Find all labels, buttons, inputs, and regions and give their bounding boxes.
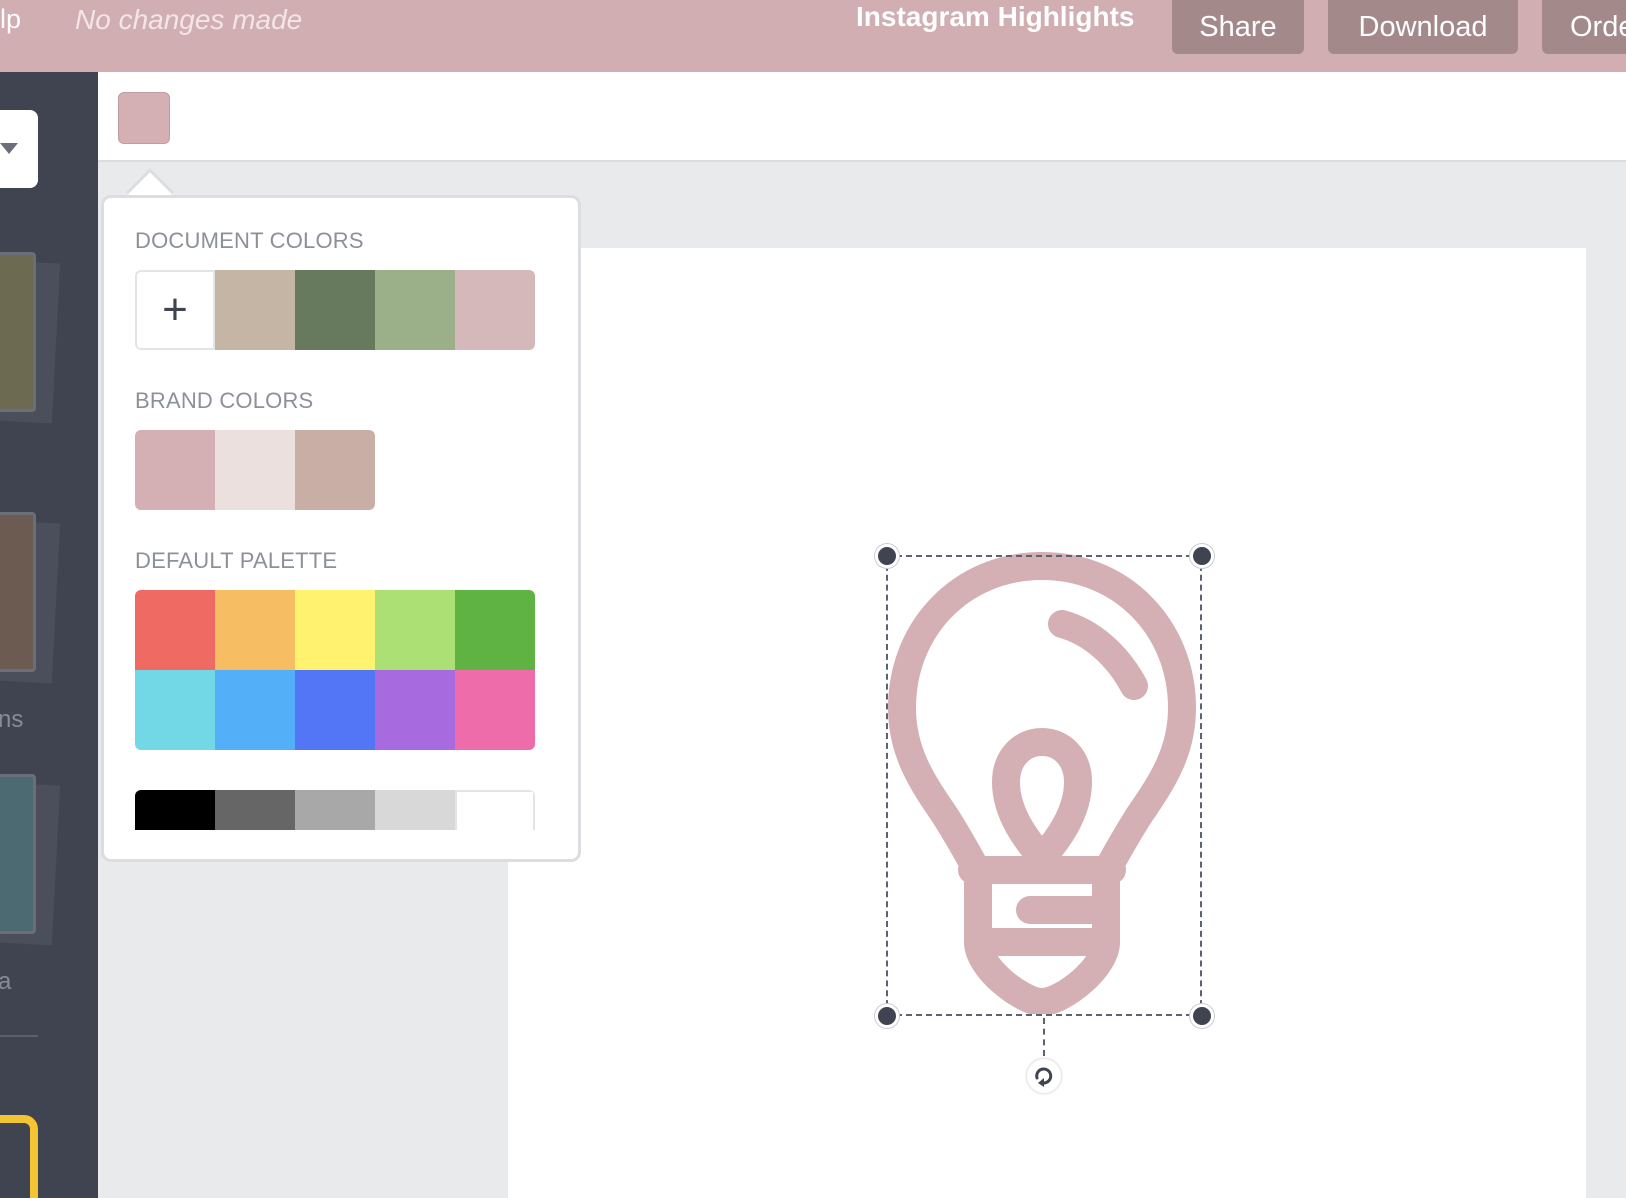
editor-toolbar: [98, 72, 1626, 162]
default-palette-grid: [135, 590, 535, 750]
order-button[interactable]: Orde: [1542, 0, 1626, 54]
document-colors-heading: DOCUMENT COLORS: [135, 228, 364, 253]
gray-color-swatch[interactable]: [455, 790, 535, 830]
document-title[interactable]: Instagram Highlights: [856, 1, 1134, 33]
sidebar-divider: [0, 1035, 38, 1037]
top-bar: lp No changes made Instagram Highlights …: [0, 0, 1626, 72]
default-palette-heading: DEFAULT PALETTE: [135, 548, 338, 573]
template-thumbnail[interactable]: [0, 252, 36, 412]
palette-color-swatch[interactable]: [295, 670, 375, 750]
rotate-handle[interactable]: [1027, 1059, 1061, 1093]
palette-color-swatch[interactable]: [455, 590, 535, 670]
palette-color-swatch[interactable]: [375, 670, 455, 750]
selection-box: [886, 555, 1202, 1016]
save-status: No changes made: [75, 4, 303, 35]
gray-color-swatch[interactable]: [135, 790, 215, 830]
document-color-swatch[interactable]: [295, 270, 375, 350]
color-picker-button[interactable]: [118, 92, 170, 144]
document-color-swatch[interactable]: [375, 270, 455, 350]
brand-colors-heading: BRAND COLORS: [135, 388, 314, 413]
sidebar-label: ns: [0, 706, 24, 733]
palette-color-swatch[interactable]: [295, 590, 375, 670]
resize-handle-top-right[interactable]: [1190, 544, 1214, 568]
palette-color-swatch[interactable]: [135, 670, 215, 750]
brand-color-swatch[interactable]: [215, 430, 295, 510]
help-menu[interactable]: lp: [0, 4, 21, 35]
chevron-down-icon: [0, 143, 18, 154]
document-color-swatch[interactable]: [215, 270, 295, 350]
brand-color-swatch[interactable]: [135, 430, 215, 510]
color-picker-popover: DOCUMENT COLORS + BRAND COLORS DEFAULT P…: [101, 195, 581, 862]
resize-handle-bottom-left[interactable]: [875, 1004, 899, 1028]
sidebar-label: a: [0, 968, 12, 995]
left-sidebar: ns a: [0, 72, 98, 1198]
template-thumbnail[interactable]: [0, 774, 36, 934]
download-button[interactable]: Download: [1328, 0, 1518, 54]
document-color-swatch[interactable]: [455, 270, 535, 350]
add-color-button[interactable]: +: [135, 270, 215, 350]
gray-color-swatch[interactable]: [375, 790, 455, 830]
document-colors-row: +: [135, 270, 535, 350]
gray-color-swatch[interactable]: [295, 790, 375, 830]
sidebar-dropdown[interactable]: [0, 110, 38, 188]
grayscale-row: [135, 790, 535, 830]
rotate-connector: [1043, 1018, 1045, 1056]
resize-handle-bottom-right[interactable]: [1190, 1004, 1214, 1028]
share-button[interactable]: Share: [1172, 0, 1304, 54]
palette-color-swatch[interactable]: [215, 670, 295, 750]
gray-color-swatch[interactable]: [215, 790, 295, 830]
rotate-icon: [1035, 1067, 1053, 1087]
palette-color-swatch[interactable]: [455, 670, 535, 750]
brand-colors-row: [135, 430, 375, 510]
brand-color-swatch[interactable]: [295, 430, 375, 510]
template-thumbnail[interactable]: [0, 512, 36, 672]
resize-handle-top-left[interactable]: [875, 544, 899, 568]
palette-color-swatch[interactable]: [135, 590, 215, 670]
sidebar-highlighted-item[interactable]: [0, 1115, 38, 1198]
palette-color-swatch[interactable]: [215, 590, 295, 670]
palette-color-swatch[interactable]: [375, 590, 455, 670]
